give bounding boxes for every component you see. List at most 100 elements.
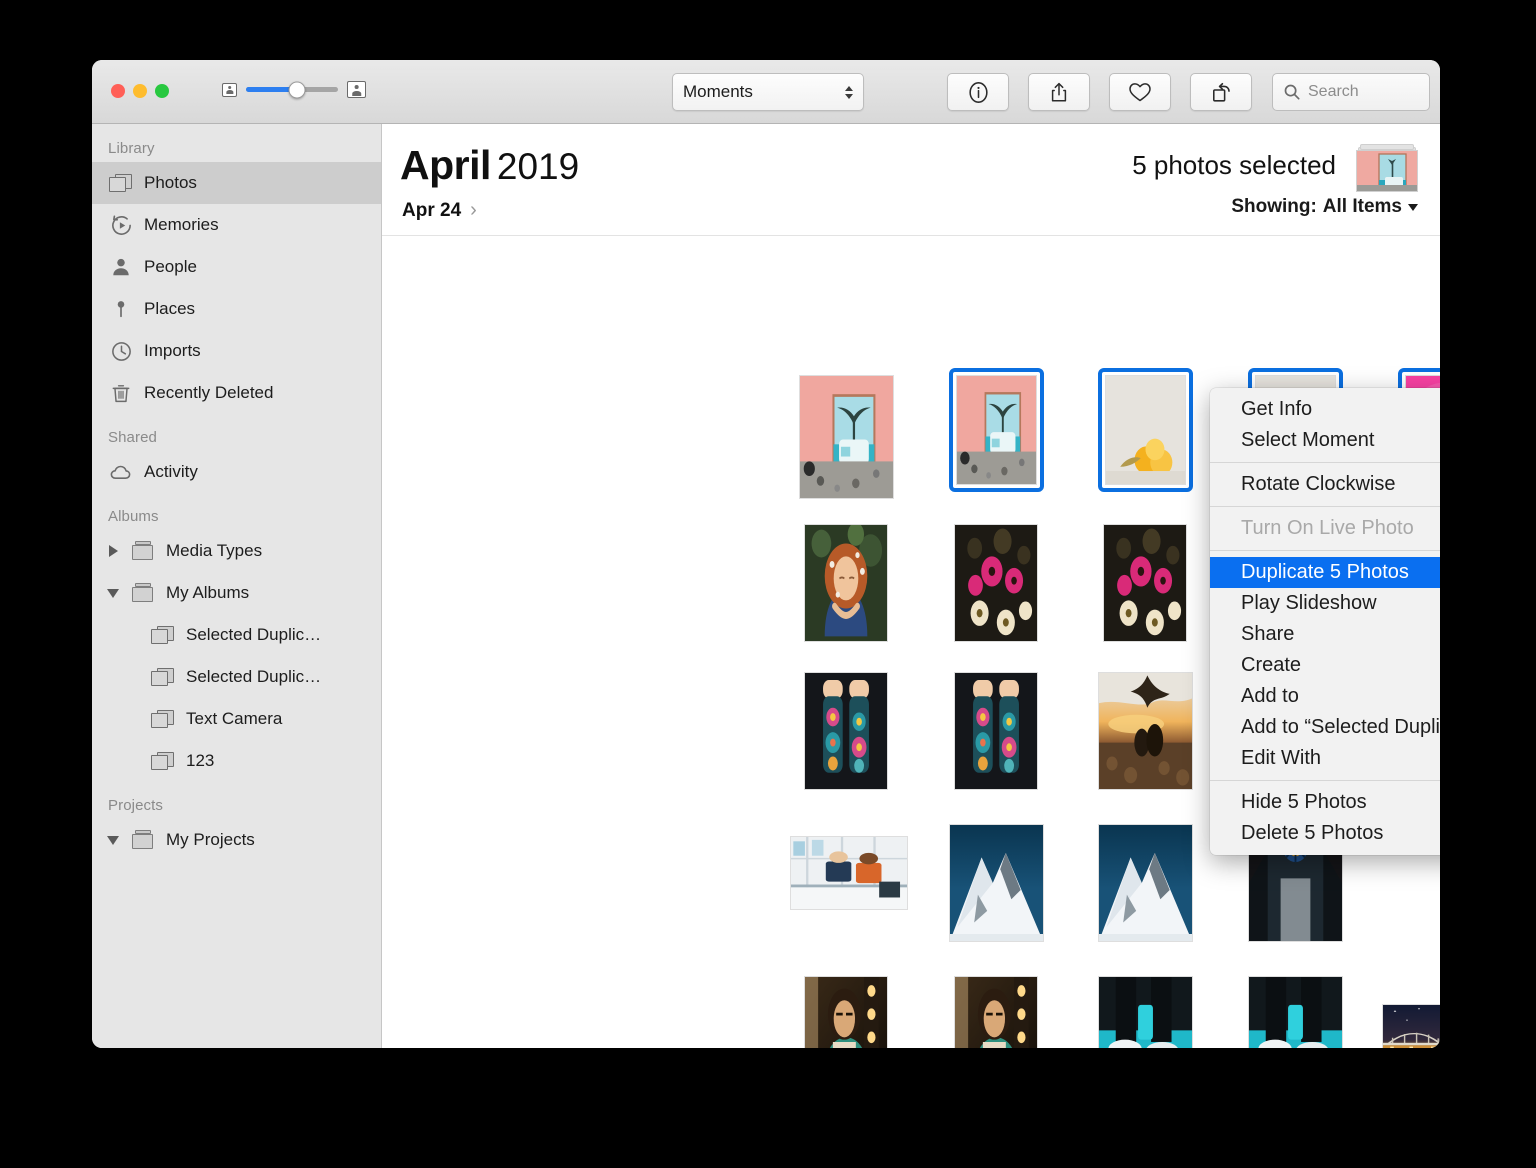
selection-count-label: 5 photos selected [1132,150,1336,181]
menu-item-label: Duplicate 5 Photos [1241,561,1409,584]
search-field[interactable]: Search [1272,73,1430,111]
sidebar-item-selected-duplicate-photos-2[interactable]: Selected Duplic… [92,656,381,698]
sidebar-item-photos[interactable]: Photos [92,162,381,204]
photo-thumbnail[interactable] [1382,1004,1440,1048]
moment-date[interactable]: Apr 24 [402,200,461,222]
photo-thumbnail[interactable] [1248,976,1343,1048]
sidebar-item-activity[interactable]: Activity [92,451,381,493]
sidebar-item-recently-deleted[interactable]: Recently Deleted [92,372,381,414]
photo-thumbnail[interactable] [949,368,1044,492]
menu-item-duplicate-5-photos[interactable]: Duplicate 5 Photos [1210,557,1440,588]
photo-thumbnail[interactable] [949,824,1044,942]
album-icon [150,706,176,732]
sidebar-item-label: Activity [144,462,198,482]
photo-thumbnail[interactable] [1098,824,1193,942]
sidebar-item-text-camera[interactable]: Text Camera [92,698,381,740]
photo-image [956,375,1037,485]
portrait-small-icon [222,83,237,97]
view-mode-popup[interactable]: Moments [672,73,864,111]
sidebar-section-library: Library [92,135,381,162]
window-body: Library Photos Memories [92,124,1440,1048]
showing-filter[interactable]: Showing: All Items [1231,196,1418,218]
pin-icon [108,296,134,322]
menu-item-label: Turn On Live Photo [1241,517,1414,540]
sidebar-item-memories[interactable]: Memories [92,204,381,246]
person-icon [108,254,134,280]
photo-thumbnail[interactable] [1098,368,1193,492]
photo-thumbnail[interactable] [804,976,888,1048]
chevron-right-icon[interactable]: › [470,199,477,222]
menu-item-label: Create [1241,654,1301,677]
sidebar-item-label: Imports [144,341,201,361]
sidebar-item-label: My Projects [166,830,255,850]
context-menu[interactable]: Get InfoSelect Moment Rotate Clockwise Tur… [1210,388,1440,855]
photo-thumbnail[interactable] [954,672,1038,790]
minimize-button[interactable] [133,84,147,98]
rotate-button[interactable] [1190,73,1252,111]
favorite-button[interactable] [1109,73,1171,111]
menu-item-hide-5-photos[interactable]: Hide 5 Photos [1210,787,1440,818]
photo-thumbnail[interactable] [804,672,888,790]
share-button[interactable] [1028,73,1090,111]
photo-image [804,524,888,642]
menu-item-play-slideshow[interactable]: Play Slideshow [1210,588,1440,619]
album-icon [150,664,176,690]
photo-image [1382,1004,1440,1048]
photo-thumbnail[interactable] [790,836,908,910]
sidebar-item-imports[interactable]: Imports [92,330,381,372]
menu-separator [1210,780,1440,781]
info-button[interactable] [947,73,1009,111]
sidebar-item-123[interactable]: 123 [92,740,381,782]
sidebar-section-albums: Albums [92,503,381,530]
sidebar-item-places[interactable]: Places [92,288,381,330]
photo-thumbnail[interactable] [1103,524,1187,642]
zoom-button[interactable] [155,84,169,98]
album-stack-icon [130,827,156,853]
menu-item-delete-5-photos[interactable]: Delete 5 Photos [1210,818,1440,849]
menu-item-add-to-selected-duplicate-photos[interactable]: Add to “Selected Duplicate Photos” [1210,712,1440,743]
slider-knob[interactable] [288,81,305,98]
album-icon [150,748,176,774]
photo-thumbnail[interactable] [954,976,1038,1048]
menu-item-edit-with[interactable]: Edit With [1210,743,1440,774]
sidebar-item-people[interactable]: People [92,246,381,288]
showing-value[interactable]: All Items [1323,196,1402,218]
slider-track[interactable] [246,87,338,92]
selection-thumbnail-stack [1356,144,1418,192]
menu-item-select-moment[interactable]: Select Moment [1210,425,1440,456]
sidebar-item-selected-duplicate-photos-1[interactable]: Selected Duplic… [92,614,381,656]
main-content: April2019 Apr 24 › 5 photos selected [382,124,1440,1048]
moment-date-row[interactable]: Apr 24 › [402,199,477,222]
menu-item-get-info[interactable]: Get Info [1210,394,1440,425]
menu-item-share[interactable]: Share [1210,619,1440,650]
menu-item-turn-on-live-photo: Turn On Live Photo [1210,513,1440,544]
photo-image [1248,976,1343,1048]
photo-thumbnail[interactable] [804,524,888,642]
chevron-updown-icon [845,86,853,99]
disclosure-triangle-collapsed[interactable] [106,545,120,557]
sidebar-item-label: People [144,257,197,277]
sidebar-item-label: Memories [144,215,219,235]
menu-separator [1210,550,1440,551]
disclosure-triangle-expanded[interactable] [106,589,120,598]
photo-thumbnail[interactable] [954,524,1038,642]
search-icon [1283,83,1301,101]
search-input[interactable]: Search [1308,83,1359,101]
album-icon [150,622,176,648]
photo-thumbnail[interactable] [1098,672,1193,790]
disclosure-triangle-expanded[interactable] [106,836,120,845]
photo-thumbnail[interactable] [1098,976,1193,1048]
sidebar-item-my-projects[interactable]: My Projects [92,819,381,861]
sidebar-item-my-albums[interactable]: My Albums [92,572,381,614]
close-button[interactable] [111,84,125,98]
sidebar-item-label: Selected Duplic… [186,667,321,687]
thumbnail-size-slider[interactable] [222,81,366,98]
menu-item-create[interactable]: Create [1210,650,1440,681]
sidebar-item-label: Recently Deleted [144,383,273,403]
menu-item-rotate-clockwise[interactable]: Rotate Clockwise [1210,469,1440,500]
menu-item-add-to[interactable]: Add to [1210,681,1440,712]
sidebar-section-projects: Projects [92,792,381,819]
sidebar-item-media-types[interactable]: Media Types [92,530,381,572]
chevron-down-icon[interactable] [1408,204,1418,211]
photo-thumbnail[interactable] [799,375,894,499]
